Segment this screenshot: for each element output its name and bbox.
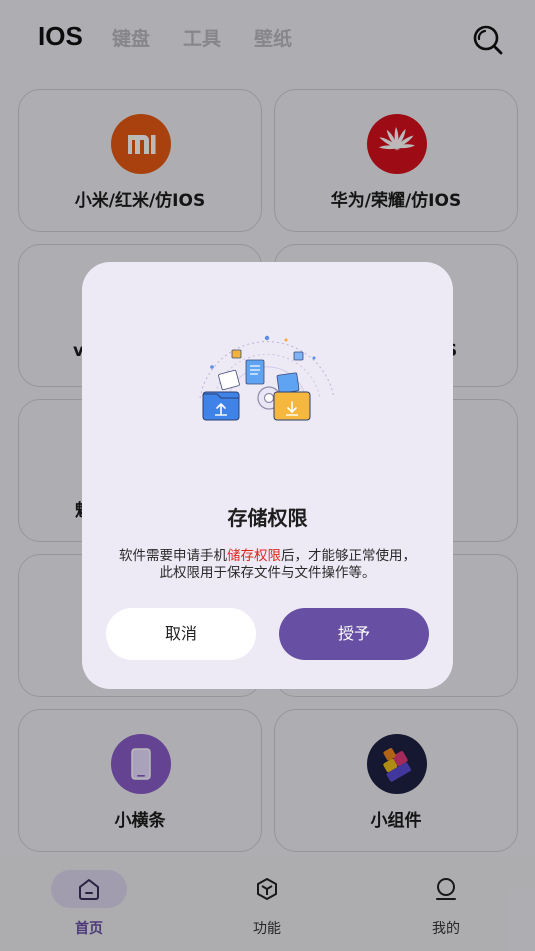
cancel-button[interactable]: 取消 (106, 608, 256, 660)
message-highlight: 储存权限 (227, 548, 281, 564)
message-text: 后，才能够正常使用， (281, 548, 416, 564)
message-text: 此权限用于保存文件与文件操作等。 (159, 565, 376, 581)
dialog-message: 软件需要申请手机储存权限后，才能够正常使用， 此权限用于保存文件与文件操作等。 (96, 548, 439, 582)
grant-button[interactable]: 授予 (279, 608, 429, 660)
dialog-title: 存储权限 (227, 506, 308, 530)
file-transfer-illustration (199, 335, 335, 421)
storage-permission-dialog: 存储权限 软件需要申请手机储存权限后，才能够正常使用， 此权限用于保存文件与文件… (82, 262, 453, 689)
message-text: 软件需要申请手机 (119, 548, 227, 564)
